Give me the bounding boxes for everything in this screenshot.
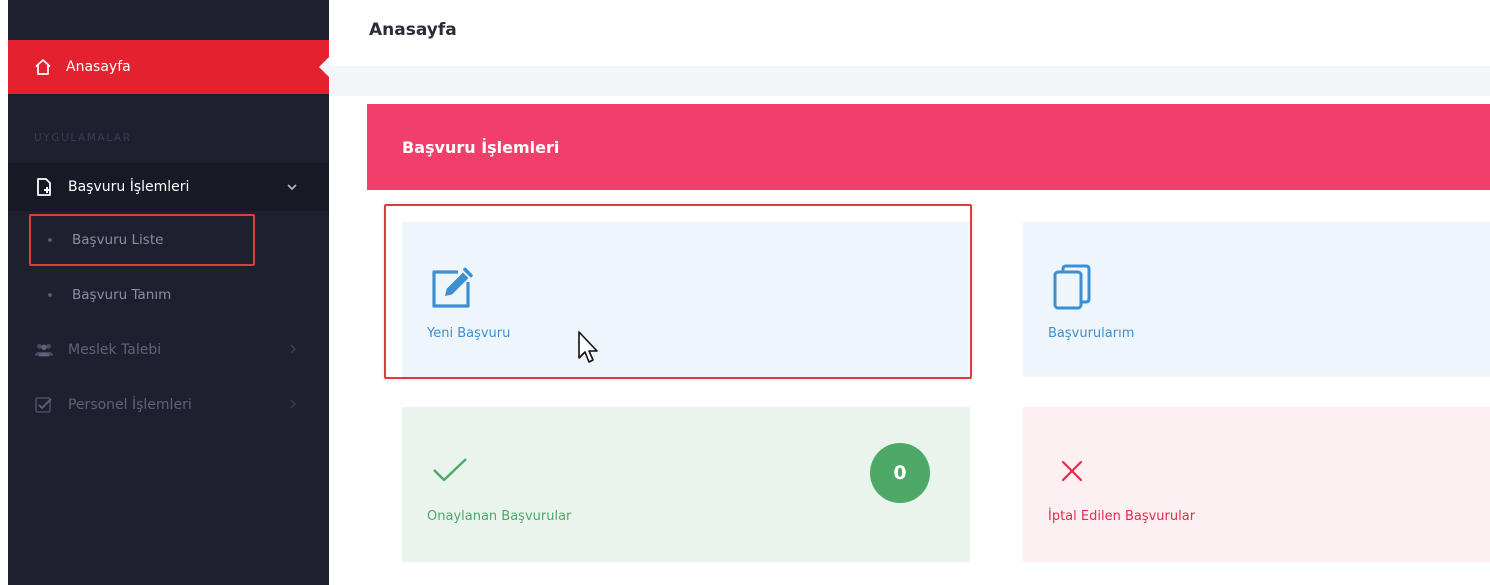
chevron-right-icon [289,343,297,357]
checklist-icon [34,395,54,415]
cancelled-applications-card[interactable]: İptal Edilen Başvurular [1023,407,1490,562]
sidebar-subitem-label: Başvuru Tanım [72,287,172,303]
sidebar: Anasayfa UYGULAMALAR Başvuru İşlemleri B… [8,0,329,585]
header-divider [329,66,1490,96]
file-plus-icon [34,177,54,197]
highlight-box-new-application [384,204,972,379]
copy-icon [1051,262,1095,316]
section-banner-title: Başvuru İşlemleri [402,137,560,157]
mouse-cursor-icon [577,330,601,372]
sidebar-item-personel-islemleri[interactable]: Personel İşlemleri [8,381,329,429]
app-root: Anasayfa UYGULAMALAR Başvuru İşlemleri B… [0,0,1490,585]
sidebar-item-label: Başvuru İşlemleri [68,179,190,195]
my-applications-label: Başvurularım [1048,326,1135,341]
sidebar-item-home-label: Anasayfa [66,59,131,75]
section-banner: Başvuru İşlemleri [367,104,1490,190]
sidebar-item-basvuru-islemleri[interactable]: Başvuru İşlemleri [8,163,329,211]
approved-applications-label: Onaylanan Başvurular [427,509,572,524]
page-title: Anasayfa [369,20,457,40]
close-icon [1061,460,1083,486]
users-icon [34,340,54,360]
bullet-icon [48,293,52,297]
sidebar-item-home[interactable]: Anasayfa [8,40,329,94]
active-indicator [319,57,329,77]
approved-applications-card[interactable]: Onaylanan Başvurular 0 [402,407,970,562]
sidebar-item-label: Meslek Talebi [68,342,162,358]
chevron-right-icon [289,398,297,412]
cancelled-applications-label: İptal Edilen Başvurular [1048,509,1196,524]
check-icon [432,457,468,487]
my-applications-card[interactable]: Başvurularım [1023,222,1490,377]
sidebar-item-meslek-talebi[interactable]: Meslek Talebi [8,326,329,374]
sidebar-subitem-basvuru-tanim[interactable]: Başvuru Tanım [8,275,329,315]
sidebar-section-label: UYGULAMALAR [34,132,132,144]
main-content: Anasayfa Başvuru İşlemleri Yeni Başvuru [329,0,1490,585]
approved-count-badge: 0 [870,443,930,503]
sidebar-item-label: Personel İşlemleri [68,397,192,413]
home-icon [34,58,52,76]
chevron-down-icon [287,180,297,194]
highlight-box-basvuru-liste [29,214,255,266]
